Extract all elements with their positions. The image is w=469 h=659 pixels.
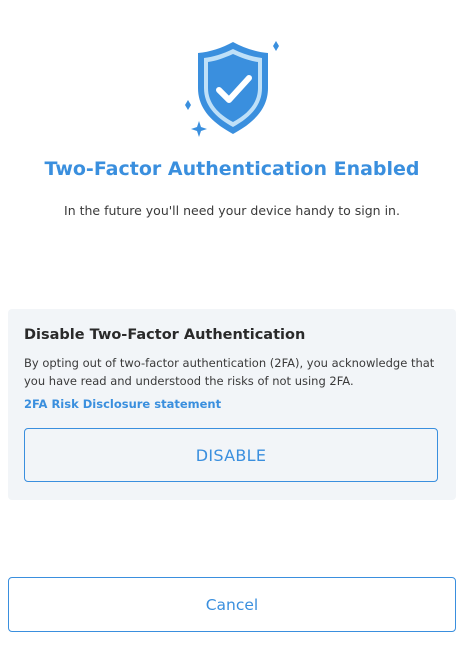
cancel-button[interactable]: Cancel bbox=[8, 577, 456, 632]
sparkle-icon bbox=[191, 121, 207, 137]
disable-2fa-heading: Disable Two-Factor Authentication bbox=[24, 327, 306, 343]
disable-2fa-description: By opting out of two-factor authenticati… bbox=[24, 356, 435, 388]
shield-check-icon bbox=[178, 36, 288, 140]
disable-2fa-panel: Disable Two-Factor Authentication By opt… bbox=[8, 309, 456, 500]
page-title: Two-Factor Authentication Enabled bbox=[44, 158, 420, 180]
sparkle-icon bbox=[185, 100, 191, 110]
sparkle-icon bbox=[273, 41, 279, 51]
page-subtitle: In the future you'll need your device ha… bbox=[64, 203, 400, 218]
risk-disclosure-link[interactable]: 2FA Risk Disclosure statement bbox=[24, 397, 221, 411]
disable-button[interactable]: DISABLE bbox=[24, 428, 438, 482]
